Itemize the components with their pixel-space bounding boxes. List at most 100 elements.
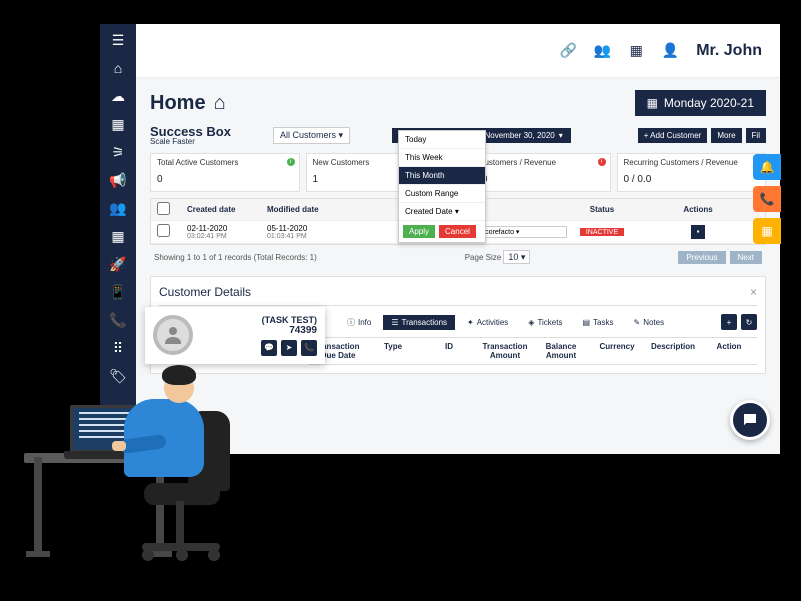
- info-dot-icon[interactable]: i: [598, 158, 606, 166]
- stat-value: 1: [313, 174, 319, 185]
- th-balance: Balance Amount: [533, 342, 589, 360]
- add-customer-button[interactable]: + Add Customer: [638, 128, 708, 143]
- row-action-button[interactable]: ▪: [691, 225, 705, 239]
- brand-logo: Success Box Scale Faster: [150, 126, 231, 145]
- rocket-icon[interactable]: 🚀: [110, 256, 126, 272]
- customer-filter-select[interactable]: All Customers ▾: [273, 127, 350, 144]
- status-badge: INACTIVE: [580, 228, 624, 236]
- topbar: 🔗 👥 ▦ 👤 Mr. John: [136, 24, 780, 78]
- date-badge-text: Monday 2020-21: [664, 96, 754, 110]
- group-icon[interactable]: 👥: [594, 43, 610, 59]
- date-option-week[interactable]: This Week: [399, 149, 485, 167]
- apply-button[interactable]: Apply: [403, 225, 435, 238]
- page-size-control: Page Size 10 ▾: [465, 252, 531, 263]
- customer-details-panel: Customer Details × (TASK TEST) 74399 💬 ➤…: [150, 276, 766, 374]
- table-footer: Showing 1 to 1 of 1 records (Total Recor…: [150, 249, 766, 266]
- date-option-month[interactable]: This Month: [399, 167, 485, 185]
- side-widgets: 🔔 📞 ▦: [753, 154, 781, 244]
- send-icon[interactable]: ➤: [281, 340, 297, 356]
- filter-button[interactable]: Fil: [746, 128, 766, 143]
- widget-call-icon[interactable]: 📞: [753, 186, 781, 212]
- th-currency: Currency: [589, 342, 645, 360]
- chat-icon: [741, 411, 759, 429]
- th-desc: Description: [645, 342, 701, 360]
- col-modified[interactable]: Modified date: [267, 205, 347, 214]
- detail-tabs: ⓘInfo ☰Transactions ✦Activities ◈Tickets…: [339, 314, 757, 331]
- add-button[interactable]: +: [721, 314, 737, 330]
- th-amount: Transaction Amount: [477, 342, 533, 360]
- chat-icon[interactable]: 💬: [261, 340, 277, 356]
- sitemap-icon[interactable]: ⚞: [110, 144, 126, 160]
- date-range-popup: Today This Week This Month Custom Range …: [398, 130, 486, 243]
- chat-fab[interactable]: [730, 400, 770, 440]
- stat-card-active: Total Active Customers 0 i: [150, 153, 300, 192]
- date-field-select[interactable]: Created Date ▾: [399, 203, 485, 221]
- date-option-today[interactable]: Today: [399, 131, 485, 149]
- tab-tickets[interactable]: ◈Tickets: [520, 315, 570, 330]
- username[interactable]: Mr. John: [696, 42, 762, 60]
- tab-tasks[interactable]: ▤Tasks: [574, 315, 621, 330]
- tab-activities[interactable]: ✦Activities: [459, 315, 516, 330]
- page-title-text: Home: [150, 92, 206, 115]
- megaphone-icon[interactable]: 📢: [110, 172, 126, 188]
- tab-notes[interactable]: ✎Notes: [626, 315, 673, 330]
- col-actions: Actions: [637, 205, 759, 214]
- toolbar-right: + Add Customer More Fil: [638, 128, 766, 143]
- th-action: Action: [701, 342, 757, 360]
- row-checkbox[interactable]: [157, 224, 170, 237]
- grid-icon[interactable]: ▦: [110, 228, 126, 244]
- cell-modified: 05-11-2020 01:03:41 PM: [267, 224, 347, 240]
- refresh-button[interactable]: ↻: [741, 314, 757, 330]
- th-id: ID: [421, 342, 477, 360]
- next-button[interactable]: Next: [730, 251, 762, 264]
- cell-created: 02-11-2020 03:02:41 PM: [187, 224, 267, 240]
- col-created[interactable]: Created date: [187, 205, 267, 214]
- page-header: Home ⌂ ▦ Monday 2020-21: [150, 90, 766, 116]
- stat-card-recurring: Recurring Customers / Revenue 0 / 0.0 i: [617, 153, 767, 192]
- calendar-icon[interactable]: ▦: [110, 116, 126, 132]
- th-icon[interactable]: ▦: [628, 43, 644, 59]
- stat-label: tal Customers / Revenue: [468, 158, 604, 167]
- info-dot-icon[interactable]: i: [287, 158, 295, 166]
- page-size-label: Page Size: [465, 253, 501, 262]
- date-badge[interactable]: ▦ Monday 2020-21: [635, 90, 766, 116]
- cancel-button[interactable]: Cancel: [439, 225, 476, 238]
- customer-name: (TASK TEST): [201, 315, 317, 325]
- call-icon[interactable]: 📞: [301, 340, 317, 356]
- transactions-header: Transaction /Due Date Type ID Transactio…: [309, 337, 757, 365]
- info-icon: ⓘ: [347, 317, 355, 328]
- th-type: Type: [365, 342, 421, 360]
- link-icon[interactable]: 🔗: [560, 43, 576, 59]
- person-illustration: [20, 341, 230, 571]
- home-icon-inline: ⌂: [214, 92, 226, 115]
- page-size-select[interactable]: 10 ▾: [503, 250, 530, 264]
- date-option-custom[interactable]: Custom Range: [399, 185, 485, 203]
- cloud-icon[interactable]: ☁: [110, 88, 126, 104]
- more-button[interactable]: More: [711, 128, 741, 143]
- note-icon: ✎: [634, 318, 641, 327]
- ticket-icon: ◈: [528, 318, 534, 327]
- users-icon[interactable]: 👥: [110, 200, 126, 216]
- select-all-checkbox[interactable]: [157, 202, 170, 215]
- stat-label: Total Active Customers: [157, 158, 293, 167]
- prev-button[interactable]: Previous: [678, 251, 725, 264]
- records-count: Showing 1 to 1 of 1 records (Total Recor…: [154, 253, 317, 262]
- home-icon[interactable]: ⌂: [110, 60, 126, 76]
- tab-transactions[interactable]: ☰Transactions: [383, 315, 455, 330]
- menu-icon[interactable]: ☰: [110, 32, 126, 48]
- tab-info[interactable]: ⓘInfo: [339, 314, 379, 331]
- col-status[interactable]: Status: [567, 205, 637, 214]
- widget-grid-icon[interactable]: ▦: [753, 218, 781, 244]
- widget-notify-icon[interactable]: 🔔: [753, 154, 781, 180]
- activity-icon: ✦: [467, 318, 474, 327]
- mobile-icon[interactable]: 📱: [110, 284, 126, 300]
- calendar-small-icon: ▦: [647, 96, 658, 110]
- stat-value: 0: [157, 174, 163, 185]
- task-icon: ▤: [582, 318, 590, 327]
- details-title: Customer Details: [159, 285, 251, 299]
- phone-icon[interactable]: 📞: [110, 312, 126, 328]
- user-icon[interactable]: 👤: [662, 43, 678, 59]
- close-icon[interactable]: ×: [750, 285, 757, 299]
- stat-label: Recurring Customers / Revenue: [624, 158, 760, 167]
- stat-value: 0 / 0.0: [624, 174, 652, 185]
